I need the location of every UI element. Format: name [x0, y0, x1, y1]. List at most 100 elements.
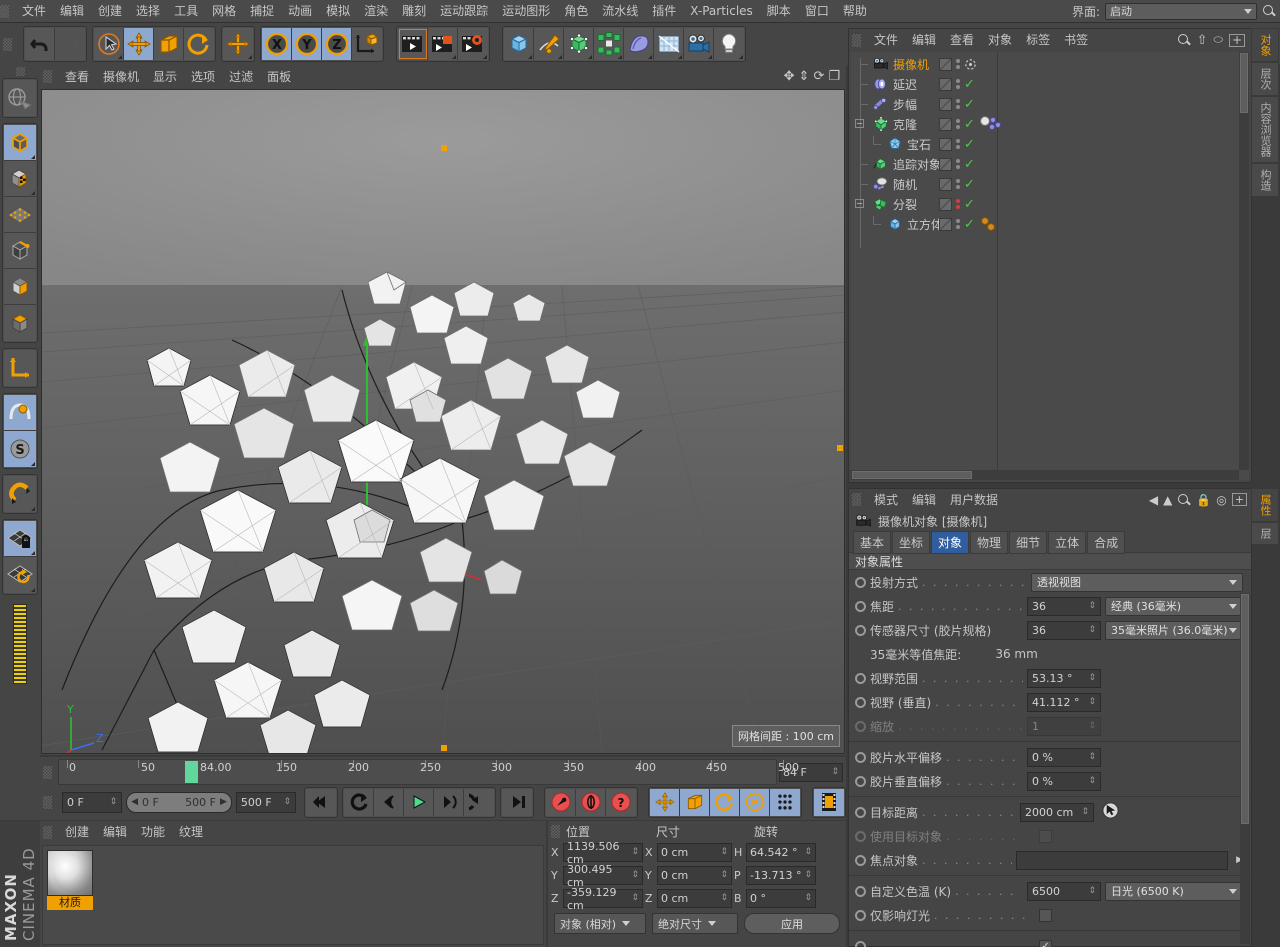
visibility-tag-icon[interactable] — [939, 158, 952, 171]
pick-target-icon[interactable] — [1102, 802, 1119, 822]
object-row-fracture[interactable]: − 分裂 ✓ — [851, 194, 1239, 214]
coord-size-select[interactable]: 绝对尺寸 — [652, 913, 738, 934]
projection-dropdown[interactable]: 透视视图 — [1031, 573, 1243, 592]
model-mode-button[interactable] — [4, 125, 36, 161]
menu-grip[interactable] — [0, 5, 9, 18]
menu-item-sculpt[interactable]: 雕刻 — [395, 0, 433, 22]
timeline-grip[interactable] — [43, 766, 52, 779]
edges-mode-button[interactable] — [4, 233, 36, 269]
animate-track-radio[interactable] — [855, 941, 866, 947]
visibility-dots[interactable] — [956, 199, 960, 209]
object-world-coordinate-button[interactable] — [352, 28, 382, 60]
spinner-icon[interactable]: ⇕ — [1081, 808, 1089, 817]
viewport-canvas[interactable]: 透视视图 — [41, 89, 845, 754]
side-tab-structure[interactable]: 构造 — [1251, 163, 1279, 197]
enabled-check-icon[interactable]: ✓ — [964, 158, 975, 171]
add-environment-button[interactable] — [654, 28, 684, 60]
undo-button[interactable] — [25, 28, 55, 60]
pan-icon[interactable]: ✥ — [784, 69, 795, 84]
search-icon[interactable] — [1177, 33, 1191, 47]
object-row-cloner[interactable]: − 克隆 ✓ — [851, 114, 1239, 134]
polygons-mode-button[interactable] — [4, 269, 36, 305]
add-light-button[interactable] — [714, 28, 744, 60]
material-menu-create[interactable]: 创建 — [58, 821, 96, 843]
animate-track-radio[interactable] — [855, 886, 866, 897]
menu-item-simulate[interactable]: 模拟 — [319, 0, 357, 22]
timeline-ruler[interactable]: 0 50 84.00 150 200 250 300 350 400 450 — [58, 759, 777, 785]
spinner-icon[interactable]: ⇕ — [804, 894, 812, 903]
object-horizontal-scrollbar[interactable] — [851, 470, 1239, 480]
object-menu-tags[interactable]: 标签 — [1019, 29, 1057, 51]
side-tab-attributes[interactable]: 属性 — [1251, 488, 1279, 522]
object-menu-objects[interactable]: 对象 — [981, 29, 1019, 51]
enable-snap-button[interactable] — [4, 395, 36, 431]
go-to-root-icon[interactable]: ⇧ — [1197, 33, 1208, 48]
spinner-icon[interactable]: ⇕ — [631, 871, 639, 880]
key-parameter-button[interactable]: P — [740, 789, 770, 816]
pin-icon[interactable]: ◎ — [1216, 493, 1226, 507]
coordinate-grip[interactable] — [551, 825, 560, 838]
left-toolbar-grip[interactable] — [16, 67, 25, 76]
render-view-button[interactable] — [398, 28, 428, 60]
make-editable-button[interactable] — [4, 80, 36, 116]
visibility-dots[interactable] — [956, 219, 960, 229]
step-forward-button[interactable] — [434, 789, 464, 816]
enabled-check-icon[interactable]: ✓ — [964, 118, 975, 131]
viewport-handle-right[interactable] — [837, 445, 843, 451]
tab-object[interactable]: 对象 — [931, 531, 969, 554]
film-offset-y-field[interactable]: 0 % ⇕ — [1027, 772, 1101, 791]
menu-item-script[interactable]: 脚本 — [760, 0, 798, 22]
side-tab-content-browser[interactable]: 内容浏览器 — [1251, 96, 1279, 163]
menu-item-character[interactable]: 角色 — [557, 0, 595, 22]
attribute-grip[interactable] — [852, 493, 861, 506]
spinner-icon[interactable]: ⇕ — [720, 894, 728, 903]
animate-track-radio[interactable] — [855, 910, 866, 921]
export-to-composite-checkbox[interactable]: ✓ — [1039, 940, 1052, 947]
spinner-icon[interactable]: ⇕ — [720, 848, 728, 857]
visibility-tag-icon[interactable] — [939, 98, 952, 111]
object-tree[interactable]: 摄像机 延迟 ✓ — [851, 52, 1249, 480]
redo-button[interactable] — [55, 28, 85, 60]
end-frame-field[interactable]: 500 F ⇕ — [236, 792, 296, 813]
menu-item-animate[interactable]: 动画 — [281, 0, 319, 22]
apply-button[interactable]: 应用 — [744, 913, 840, 934]
key-scale-button[interactable] — [680, 789, 710, 816]
lock-y-axis-button[interactable]: Y — [292, 28, 322, 60]
spinner-icon[interactable]: ⇕ — [1088, 626, 1096, 635]
render-settings-button[interactable] — [458, 28, 488, 60]
spinner-icon[interactable]: ⇕ — [1088, 698, 1096, 707]
key-pla-button[interactable] — [770, 789, 800, 816]
menu-item-edit[interactable]: 编辑 — [53, 0, 91, 22]
visibility-tag-icon[interactable] — [939, 78, 952, 91]
visibility-dots[interactable] — [956, 119, 960, 129]
menu-item-tools[interactable]: 工具 — [167, 0, 205, 22]
show-timeline-button[interactable] — [814, 789, 844, 816]
menu-item-motiontrack[interactable]: 运动跟踪 — [433, 0, 495, 22]
spinner-icon[interactable]: ⇕ — [804, 871, 812, 880]
animate-track-radio[interactable] — [855, 577, 866, 588]
menu-item-file[interactable]: 文件 — [15, 0, 53, 22]
loop-button[interactable] — [344, 789, 374, 816]
material-list[interactable]: 材质 — [42, 845, 544, 945]
animate-track-radio[interactable] — [855, 697, 866, 708]
menu-item-help[interactable]: 帮助 — [836, 0, 874, 22]
tab-details[interactable]: 细节 — [1009, 531, 1047, 554]
viewport-handle-bottom[interactable] — [441, 745, 447, 751]
visibility-tag-icon[interactable] — [939, 178, 952, 191]
visibility-tag-icon[interactable] — [939, 138, 952, 151]
add-spline-button[interactable] — [534, 28, 564, 60]
visibility-tag-icon[interactable] — [939, 198, 952, 211]
world-axis-button[interactable] — [223, 28, 253, 60]
range-prev-icon[interactable]: ◀ — [131, 797, 138, 807]
go-to-start-button[interactable] — [306, 789, 336, 816]
spinner-icon[interactable]: ⇕ — [804, 848, 812, 857]
position-z-field[interactable]: -359.129 cm⇕ — [563, 889, 643, 908]
visibility-tag-icon[interactable] — [939, 218, 952, 231]
key-position-button[interactable] — [650, 789, 680, 816]
autokey-button[interactable] — [576, 789, 606, 816]
sculpt-strength-slider[interactable] — [13, 604, 27, 684]
rotation-p-field[interactable]: -13.713 °⇕ — [746, 866, 816, 885]
animate-track-radio[interactable] — [855, 673, 866, 684]
sensor-preset-dropdown[interactable]: 35毫米照片 (36.0毫米) — [1105, 621, 1243, 640]
object-menu-edit[interactable]: 编辑 — [905, 29, 943, 51]
